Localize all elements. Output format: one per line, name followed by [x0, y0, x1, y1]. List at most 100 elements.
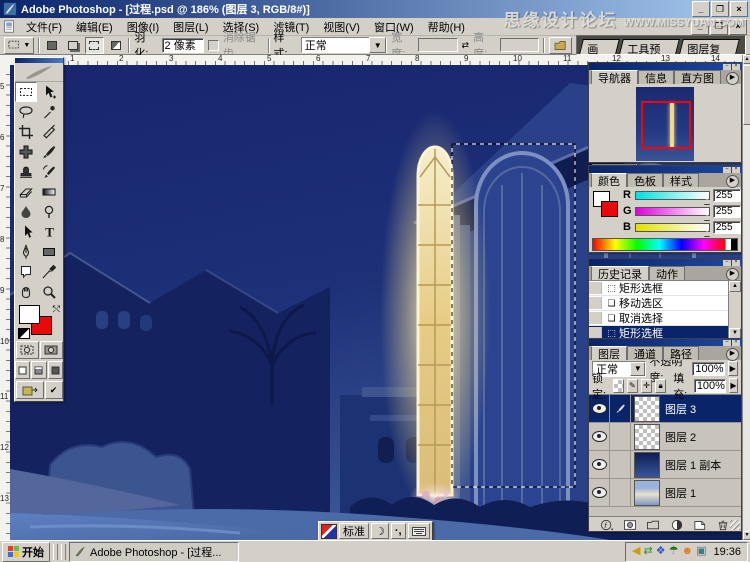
tab-swatches[interactable]: 色板	[627, 173, 663, 187]
palette-close-icon[interactable]: ×	[732, 340, 740, 346]
layer-name[interactable]: 图层 1	[665, 485, 696, 501]
magic-wand-tool[interactable]	[38, 102, 60, 122]
slider-thumb[interactable]	[704, 198, 710, 204]
navigator-view-box[interactable]	[641, 101, 691, 149]
menu-item-help[interactable]: 帮助(H)	[421, 18, 472, 36]
slider-thumb[interactable]	[704, 214, 710, 220]
tab-info[interactable]: 信息	[638, 70, 674, 84]
document-vertical-scrollbar[interactable]: ▲ ▼	[742, 55, 750, 540]
layer-name[interactable]: 图层 3	[665, 401, 696, 417]
lock-transparency-icon[interactable]	[613, 379, 624, 393]
green-channel-slider[interactable]	[635, 207, 710, 216]
delete-layer-icon[interactable]	[716, 519, 730, 531]
tab-tool-presets[interactable]: 工具预设	[619, 39, 680, 54]
clone-stamp-tool[interactable]	[15, 162, 37, 182]
menu-item-file[interactable]: 文件(F)	[19, 18, 69, 36]
quick-mask-mode-button[interactable]	[40, 341, 63, 359]
layer-link-cell[interactable]	[610, 423, 631, 450]
layer-link-cell[interactable]	[610, 451, 631, 478]
tool-preset-picker[interactable]: ▼	[4, 37, 34, 54]
scroll-up-icon[interactable]: ▲	[729, 281, 741, 292]
taskbar-item-photoshop[interactable]: Adobe Photoshop - [过程...	[69, 542, 239, 562]
rectangular-marquee-tool[interactable]	[15, 82, 37, 102]
height-input[interactable]	[500, 38, 539, 52]
history-source-checkbox[interactable]	[589, 297, 602, 309]
slider-thumb[interactable]	[704, 230, 710, 236]
tab-layer-comps[interactable]: 图层复合	[679, 39, 740, 54]
layer-row-1-copy[interactable]: 图层 1 副本	[589, 451, 741, 479]
palette-close-icon[interactable]: ×	[732, 260, 740, 266]
history-brush-tool[interactable]	[38, 162, 60, 182]
lock-paint-icon[interactable]: ✎	[627, 379, 638, 393]
palette-menu-icon[interactable]: ▶	[726, 348, 739, 361]
messenger-smiley-icon[interactable]: ☻	[681, 546, 693, 557]
intersect-selection-button[interactable]	[108, 38, 125, 53]
swap-colors-icon[interactable]: ⤲	[53, 304, 60, 315]
tab-paths[interactable]: 路径	[663, 346, 699, 360]
history-source-checkbox[interactable]	[589, 312, 602, 324]
close-button[interactable]: ×	[730, 1, 748, 17]
slice-tool[interactable]	[38, 122, 60, 142]
default-colors-icon[interactable]	[18, 328, 30, 339]
palette-menu-icon[interactable]: ▶	[726, 72, 739, 85]
lock-position-icon[interactable]: ✛	[641, 379, 652, 393]
layer-row-3[interactable]: 图层 3	[589, 395, 741, 423]
healing-brush-tool[interactable]	[15, 142, 37, 162]
blue-channel-slider[interactable]	[635, 223, 710, 232]
palette-close-icon[interactable]: ×	[732, 167, 740, 173]
restore-button[interactable]: ❐	[711, 1, 729, 17]
layer-thumbnail[interactable]	[634, 396, 660, 422]
layer-name[interactable]: 图层 1 副本	[665, 457, 721, 473]
fullscreen-menubar-mode-button[interactable]	[31, 361, 46, 379]
jump-to-imageready-button[interactable]	[16, 381, 44, 399]
pen-tool[interactable]	[15, 242, 37, 262]
layer-visibility-toggle[interactable]	[589, 423, 610, 450]
dodge-tool[interactable]	[38, 202, 60, 222]
gradient-tool[interactable]	[38, 182, 60, 202]
eyedropper-tool[interactable]	[38, 262, 60, 282]
layer-thumbnail[interactable]	[634, 452, 660, 478]
green-value-input[interactable]: 255	[713, 205, 741, 218]
antivirus-shield-icon[interactable]: ❖	[656, 546, 666, 557]
background-color-swatch[interactable]	[601, 201, 618, 217]
subtract-from-selection-button[interactable]	[85, 37, 104, 54]
menu-item-edit[interactable]: 编辑(E)	[69, 18, 120, 36]
standard-screen-mode-button[interactable]	[15, 361, 30, 379]
layer-visibility-toggle[interactable]	[589, 451, 610, 478]
navigator-preview[interactable]	[636, 87, 694, 161]
opacity-arrow-icon[interactable]: ▶	[728, 361, 739, 376]
imageready-check-icon[interactable]: ✔	[45, 381, 63, 399]
layer-thumbnail[interactable]	[634, 424, 660, 450]
notes-tool[interactable]	[15, 262, 37, 282]
eraser-tool[interactable]	[15, 182, 37, 202]
tab-actions[interactable]: 动作	[649, 266, 685, 280]
layer-style-icon[interactable]: f	[600, 519, 614, 531]
blue-value-input[interactable]: 255	[713, 221, 741, 234]
network-icon[interactable]: ⇄	[644, 546, 653, 557]
ime-fullhalf-icon[interactable]: ☽	[371, 523, 389, 539]
palette-close-icon[interactable]: ×	[732, 64, 740, 70]
camera-tray-icon[interactable]: ▣	[696, 546, 706, 557]
palette-minimize-icon[interactable]: –	[723, 340, 731, 346]
doc-minimize-button[interactable]: _	[691, 19, 709, 35]
start-button[interactable]: 开始	[2, 542, 50, 562]
scroll-down-icon[interactable]: ▼	[743, 531, 750, 540]
tab-layers[interactable]: 图层	[591, 346, 627, 360]
umbrella-tray-icon[interactable]: ☂	[669, 546, 679, 557]
rectangle-tool[interactable]	[38, 242, 60, 262]
minimize-button[interactable]: _	[692, 1, 710, 17]
zoom-tool[interactable]	[38, 282, 60, 302]
tab-histogram[interactable]: 直方图	[674, 70, 721, 84]
palette-minimize-icon[interactable]: –	[723, 260, 731, 266]
history-item-rect-marquee[interactable]: ⬚ 矩形选框	[589, 281, 741, 296]
style-dropdown[interactable]: 正常 ▼	[301, 37, 388, 53]
title-bar[interactable]: Adobe Photoshop - [过程.psd @ 186% (图层 3, …	[0, 0, 750, 18]
history-source-checkbox[interactable]	[589, 282, 602, 294]
brush-tool[interactable]	[38, 142, 60, 162]
foreground-color-swatch[interactable]	[19, 305, 40, 324]
palette-minimize-icon[interactable]: –	[723, 64, 731, 70]
add-mask-icon[interactable]	[623, 519, 637, 531]
color-spectrum-ramp[interactable]	[592, 238, 738, 251]
fullscreen-mode-button[interactable]	[48, 361, 63, 379]
ime-punctuation-icon[interactable]: ·,	[391, 523, 406, 539]
